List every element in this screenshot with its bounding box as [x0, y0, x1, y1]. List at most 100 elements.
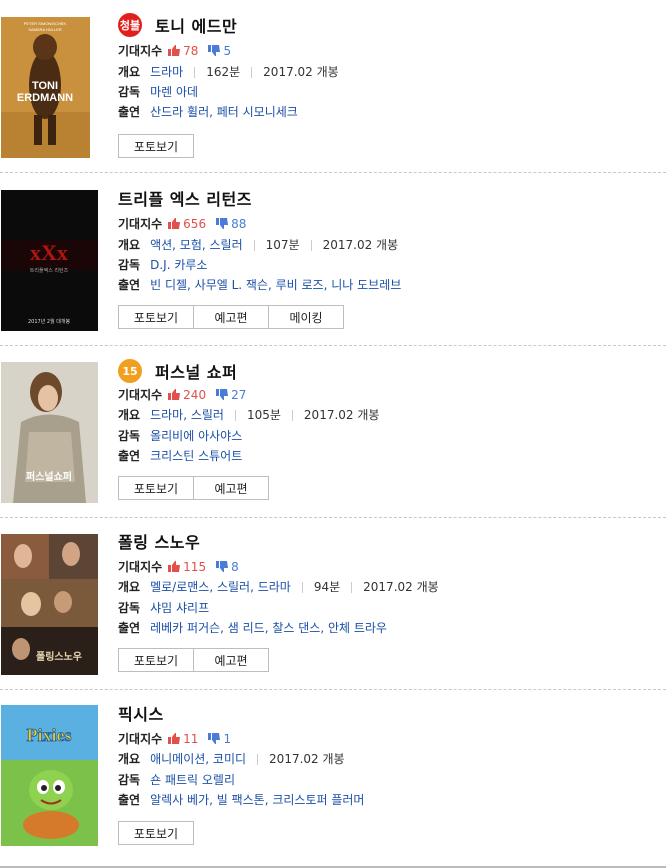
- movie-title[interactable]: 픽시스: [118, 701, 164, 725]
- summary-label: 개요: [118, 238, 141, 252]
- cast-row: 출연 레베카 퍼거슨, 샘 리드, 찰스 댄스, 안체 트라우: [118, 621, 387, 635]
- divider: [351, 581, 353, 593]
- cast-label: 출연: [118, 278, 141, 292]
- director-row: 감독 샤밈 샤리프: [118, 601, 209, 615]
- trailer-button[interactable]: 예고편: [193, 476, 269, 500]
- cast-names[interactable]: 산드라 휠러, 페터 시모니세크: [150, 105, 298, 119]
- expect-label: 기대지수: [118, 388, 163, 402]
- expect-row: 기대지수 115 8: [118, 560, 239, 574]
- director-row: 감독 마렌 아데: [118, 85, 198, 99]
- summary-row: 개요 드라마 162분 2017.02 개봉: [118, 65, 339, 79]
- director-name[interactable]: D.J. 카루소: [150, 258, 207, 272]
- action-buttons: 포토보기 예고편: [118, 476, 269, 500]
- movie-poster[interactable]: 퍼스널쇼퍼: [1, 362, 98, 503]
- thumbs-up-icon: [168, 389, 181, 400]
- poster-title: 퍼스널쇼퍼: [26, 470, 72, 483]
- photo-button[interactable]: 포토보기: [118, 821, 194, 845]
- summary-row: 개요 멜로/로맨스, 스릴러, 드라마 94분 2017.02 개봉: [118, 580, 439, 594]
- title-row: 청불 토니 에드만: [118, 13, 237, 37]
- release-date: 2017.02 개봉: [263, 65, 339, 79]
- divider: [310, 239, 312, 251]
- runtime: 162분: [206, 65, 241, 79]
- thumbs-up-icon: [168, 45, 181, 56]
- genre[interactable]: 드라마, 스릴러: [150, 408, 224, 422]
- photo-button[interactable]: 포토보기: [118, 648, 194, 672]
- poster-title-1: TONI: [32, 80, 58, 92]
- expect-row: 기대지수 78 5: [118, 44, 231, 58]
- dislike-count[interactable]: 88: [216, 217, 246, 231]
- cast-names[interactable]: 빈 디젤, 사무엘 L. 잭슨, 루비 로즈, 니나 도브레브: [150, 278, 401, 292]
- expect-row: 기대지수 11 1: [118, 732, 231, 746]
- trailer-button[interactable]: 예고편: [193, 305, 269, 329]
- movie-item: Pixies 픽시스 기대지수 11 1 개요 애니메이션, 코미디 2017.…: [0, 690, 666, 868]
- director-name[interactable]: 샤밈 샤리프: [150, 601, 209, 615]
- thumbs-down-icon: [208, 45, 221, 56]
- title-row: 픽시스: [118, 701, 164, 725]
- like-count[interactable]: 11: [168, 732, 198, 746]
- title-row: 폴링 스노우: [118, 529, 200, 553]
- movie-poster[interactable]: 폴링스노우: [1, 534, 98, 675]
- photo-button[interactable]: 포토보기: [118, 305, 194, 329]
- movie-list: PETER SIMONISCHEK SANDRA HÜLLER TONI ERD…: [0, 0, 666, 868]
- dislike-count[interactable]: 27: [216, 388, 246, 402]
- director-name[interactable]: 숀 패트릭 오렐리: [150, 773, 235, 787]
- thumbs-down-icon: [216, 218, 229, 229]
- divider: [194, 66, 196, 78]
- like-value: 78: [183, 44, 199, 58]
- movie-title[interactable]: 토니 에드만: [155, 13, 237, 37]
- dislike-count[interactable]: 1: [208, 732, 231, 746]
- movie-item: 폴링스노우 폴링 스노우 기대지수 115 8 개요 멜로/로맨스, 스릴러, …: [0, 518, 666, 690]
- poster-logo: xXx: [30, 240, 68, 265]
- dislike-count[interactable]: 5: [208, 44, 231, 58]
- release-date: 2017.02 개봉: [269, 752, 345, 766]
- thumbs-up-icon: [168, 561, 181, 572]
- expect-label: 기대지수: [118, 732, 163, 746]
- movie-poster[interactable]: PETER SIMONISCHEK SANDRA HÜLLER TONI ERD…: [1, 17, 90, 158]
- movie-title[interactable]: 퍼스널 쇼퍼: [155, 359, 237, 383]
- like-value: 656: [183, 217, 207, 231]
- movie-title[interactable]: 트리플 엑스 리턴즈: [118, 186, 252, 210]
- director-label: 감독: [118, 429, 141, 443]
- like-count[interactable]: 78: [168, 44, 198, 58]
- release-date: 2017.02 개봉: [363, 580, 439, 594]
- cast-label: 출연: [118, 105, 141, 119]
- like-count[interactable]: 656: [168, 217, 206, 231]
- director-label: 감독: [118, 85, 141, 99]
- poster-title-2: ERDMANN: [17, 92, 73, 104]
- cast-names[interactable]: 알렉사 베가, 빌 팩스톤, 크리스토퍼 플러머: [150, 793, 364, 807]
- movie-poster[interactable]: xXx 트리플엑스 리턴즈 2017년 2월 대개봉: [1, 190, 98, 331]
- cast-row: 출연 빈 디젤, 사무엘 L. 잭슨, 루비 로즈, 니나 도브레브: [118, 278, 401, 292]
- rating-badge: 15: [118, 359, 142, 383]
- movie-title[interactable]: 폴링 스노우: [118, 529, 200, 553]
- cast-names[interactable]: 크리스틴 스튜어트: [150, 449, 242, 463]
- expect-label: 기대지수: [118, 44, 163, 58]
- cast-row: 출연 알렉사 베가, 빌 팩스톤, 크리스토퍼 플러머: [118, 793, 364, 807]
- cast-names[interactable]: 레베카 퍼거슨, 샘 리드, 찰스 댄스, 안체 트라우: [150, 621, 387, 635]
- genre[interactable]: 액션, 모험, 스릴러: [150, 238, 243, 252]
- director-label: 감독: [118, 258, 141, 272]
- like-count[interactable]: 240: [168, 388, 206, 402]
- genre[interactable]: 멜로/로맨스, 스릴러, 드라마: [150, 580, 291, 594]
- action-buttons: 포토보기: [118, 821, 194, 845]
- director-row: 감독 올리비에 아사야스: [118, 429, 242, 443]
- divider: [234, 409, 236, 421]
- movie-poster[interactable]: Pixies: [1, 705, 98, 846]
- director-name[interactable]: 올리비에 아사야스: [150, 429, 242, 443]
- photo-button[interactable]: 포토보기: [118, 476, 194, 500]
- divider: [291, 409, 293, 421]
- making-button[interactable]: 메이킹: [268, 305, 344, 329]
- thumbs-down-icon: [216, 561, 229, 572]
- summary-row: 개요 드라마, 스릴러 105분 2017.02 개봉: [118, 408, 379, 422]
- dislike-value: 27: [231, 388, 247, 402]
- director-name[interactable]: 마렌 아데: [150, 85, 198, 99]
- dislike-count[interactable]: 8: [216, 560, 239, 574]
- trailer-button[interactable]: 예고편: [193, 648, 269, 672]
- summary-row: 개요 애니메이션, 코미디 2017.02 개봉: [118, 752, 345, 766]
- genre[interactable]: 드라마: [150, 65, 183, 79]
- photo-button[interactable]: 포토보기: [118, 134, 194, 158]
- genre[interactable]: 애니메이션, 코미디: [150, 752, 246, 766]
- thumbs-up-icon: [168, 733, 181, 744]
- action-buttons: 포토보기 예고편 메이킹: [118, 305, 344, 329]
- like-count[interactable]: 115: [168, 560, 206, 574]
- director-row: 감독 D.J. 카루소: [118, 258, 207, 272]
